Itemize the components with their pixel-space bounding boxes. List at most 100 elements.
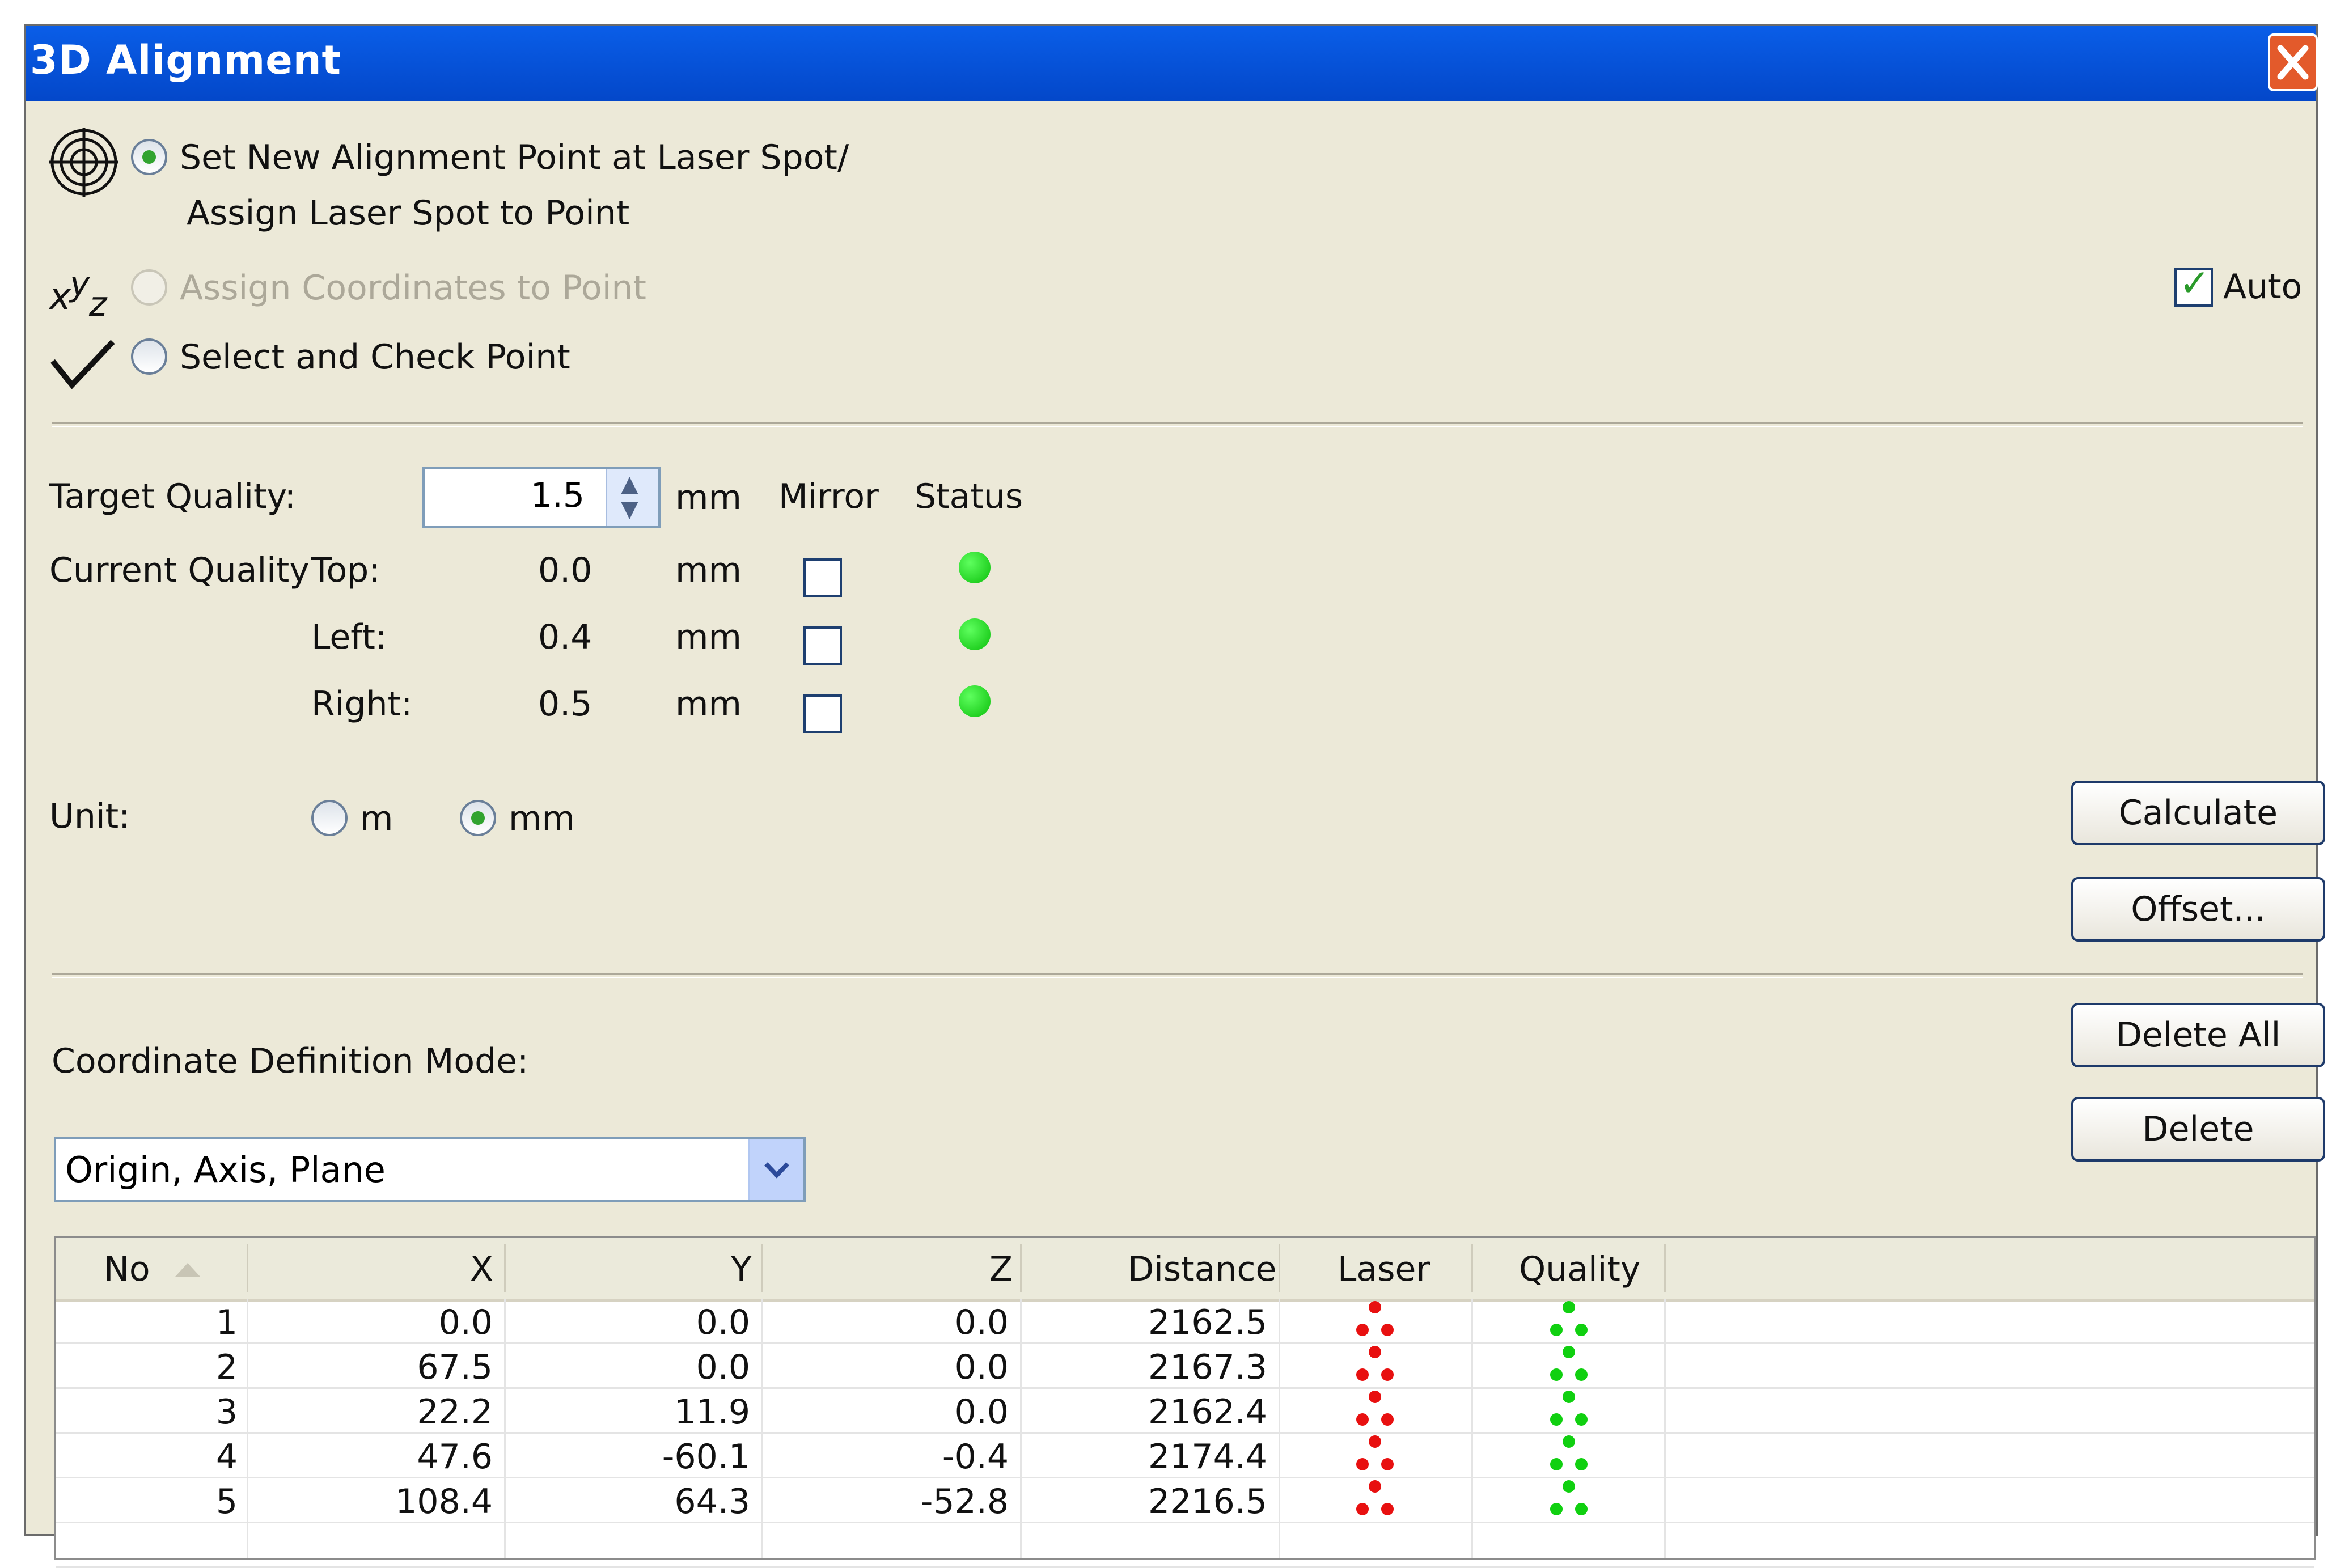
current-quality-label: Current Quality (49, 550, 310, 590)
table-row[interactable]: 2 67.5 0.0 0.0 2167.3 (56, 1344, 2314, 1389)
cell-no: 3 (215, 1392, 238, 1432)
table-row[interactable]: 5 108.4 64.3 -52.8 2216.5 (56, 1478, 2314, 1523)
unit-label: Unit: (49, 796, 130, 836)
laser-status-indicator (1352, 1299, 1398, 1345)
set-new-point-radio[interactable] (131, 139, 167, 175)
header-z[interactable]: Z (989, 1249, 1013, 1289)
separator-top (52, 422, 2303, 427)
chevron-down-icon (764, 1162, 789, 1179)
table-row[interactable]: 1 0.0 0.0 0.0 2162.5 (56, 1299, 2314, 1344)
svg-text:z: z (88, 285, 108, 320)
sort-ascending-icon[interactable] (173, 1261, 202, 1278)
header-no[interactable]: No (104, 1249, 150, 1289)
delete-all-button[interactable]: Delete All (2071, 1003, 2325, 1067)
unit-mm-radio[interactable] (460, 800, 496, 836)
empty-row (56, 1523, 2314, 1568)
offset-button[interactable]: Offset... (2071, 877, 2325, 942)
laser-dots-icon (1356, 1301, 1394, 1336)
cell-distance: 2162.4 (1148, 1392, 1267, 1432)
target-quality-value[interactable]: 1.5 (531, 476, 585, 515)
quality-right-value: 0.5 (538, 684, 592, 724)
status-top-indicator (959, 552, 991, 583)
laser-status-indicator (1352, 1434, 1398, 1479)
table-row[interactable]: 4 47.6 -60.1 -0.4 2174.4 (56, 1434, 2314, 1478)
mirror-right-checkbox[interactable] (803, 694, 842, 733)
spin-down-icon[interactable]: ▼ (621, 496, 638, 522)
laser-status-indicator (1352, 1389, 1398, 1434)
header-quality[interactable]: Quality (1519, 1249, 1640, 1289)
cell-distance: 2216.5 (1148, 1482, 1267, 1522)
cell-no: 1 (215, 1303, 238, 1342)
cell-distance: 2167.3 (1148, 1347, 1267, 1387)
target-quality-unit: mm (675, 478, 742, 518)
target-quality-spinner[interactable]: 1.5 ▲ ▼ (422, 467, 661, 528)
alignment-points-table[interactable]: No X Y Z Distance Laser Quality 1 0.0 0.0 0… (54, 1236, 2316, 1568)
spinner-buttons[interactable]: ▲ ▼ (606, 469, 658, 526)
quality-top-unit: mm (675, 550, 742, 590)
delete-button[interactable]: Delete (2071, 1097, 2325, 1162)
spin-up-icon[interactable]: ▲ (621, 471, 638, 497)
header-divider (761, 1244, 763, 1292)
cell-z: 0.0 (954, 1392, 1009, 1432)
set-new-point-label-line2: Assign Laser Spot to Point (187, 193, 630, 233)
quality-top-value: 0.0 (538, 550, 592, 590)
cell-y: 64.3 (674, 1482, 750, 1522)
mirror-top-checkbox[interactable] (803, 558, 842, 597)
target-icon (49, 128, 118, 197)
cell-x: 22.2 (417, 1392, 493, 1432)
laser-status-indicator (1352, 1344, 1398, 1389)
mirror-header: Mirror (778, 477, 879, 516)
xyz-coordinates-icon: x y z (49, 264, 108, 320)
window-title: 3D Alignment (30, 37, 341, 83)
quality-status-indicator (1546, 1299, 1592, 1345)
cell-x: 108.4 (395, 1482, 493, 1522)
cell-distance: 2174.4 (1148, 1437, 1267, 1477)
quality-dots-icon (1550, 1301, 1588, 1336)
quality-status-indicator (1546, 1389, 1592, 1434)
svg-text:x: x (49, 276, 71, 318)
quality-dots-icon (1550, 1391, 1588, 1426)
header-distance[interactable]: Distance (1128, 1249, 1276, 1289)
cell-y: 11.9 (674, 1392, 750, 1432)
calculate-button[interactable]: Calculate (2071, 781, 2325, 845)
laser-dots-icon (1356, 1346, 1394, 1381)
cell-x: 67.5 (417, 1347, 493, 1387)
unit-mm-label[interactable]: mm (509, 799, 575, 838)
quality-dots-icon (1550, 1480, 1588, 1515)
quality-left-unit: mm (675, 617, 742, 657)
header-y[interactable]: Y (731, 1249, 752, 1289)
assign-coordinates-radio (131, 269, 167, 306)
separator-bottom (52, 973, 2303, 978)
cell-no: 2 (215, 1347, 238, 1387)
table-row[interactable]: 3 22.2 11.9 0.0 2162.4 (56, 1389, 2314, 1434)
header-divider (1279, 1244, 1280, 1292)
cell-z: 0.0 (954, 1347, 1009, 1387)
close-button[interactable] (2268, 33, 2318, 91)
quality-left-value: 0.4 (538, 617, 592, 657)
header-divider (1020, 1244, 1022, 1292)
header-divider (504, 1244, 506, 1292)
set-new-point-label[interactable]: Set New Alignment Point at Laser Spot/ (180, 138, 849, 177)
cell-z: -52.8 (920, 1482, 1009, 1522)
cell-y: 0.0 (696, 1347, 750, 1387)
close-icon (2277, 45, 2309, 80)
coordinate-mode-dropdown[interactable]: Origin, Axis, Plane (54, 1137, 806, 1202)
select-check-point-radio[interactable] (131, 338, 167, 375)
unit-m-radio[interactable] (311, 800, 348, 836)
cell-y: -60.1 (662, 1437, 750, 1477)
header-laser[interactable]: Laser (1338, 1249, 1430, 1289)
table-header: No X Y Z Distance Laser Quality (56, 1238, 2314, 1302)
quality-dots-icon (1550, 1346, 1588, 1381)
dropdown-button[interactable] (748, 1139, 803, 1200)
auto-label[interactable]: Auto (2223, 267, 2302, 307)
assign-coordinates-label: Assign Coordinates to Point (180, 268, 646, 308)
unit-m-label[interactable]: m (360, 799, 393, 838)
cell-x: 0.0 (438, 1303, 493, 1342)
mirror-left-checkbox[interactable] (803, 626, 842, 665)
coordinate-mode-value[interactable]: Origin, Axis, Plane (65, 1149, 386, 1190)
header-x[interactable]: X (470, 1249, 493, 1289)
checkmark-icon (50, 340, 115, 389)
header-divider (247, 1244, 248, 1292)
select-check-point-label[interactable]: Select and Check Point (180, 337, 570, 377)
auto-checkbox[interactable] (2174, 261, 2213, 307)
